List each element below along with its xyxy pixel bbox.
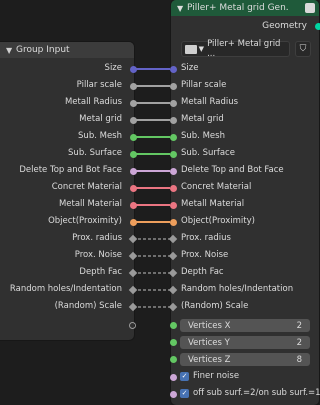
group-output-label-metall-radius: Metall Radius — [64, 97, 122, 107]
input-socket-size[interactable] — [169, 65, 177, 73]
group-input-header[interactable]: ▼ Group Input — [0, 42, 134, 58]
checkbox-off-sub-surf-2-on-sub-surf-1[interactable]: ✓ off sub surf.=2/on sub surf.=1 — [180, 388, 320, 398]
input-label-delete-top-and-bot-face: Delete Top and Bot Face — [181, 165, 284, 175]
input-socket-metal-grid[interactable] — [169, 116, 177, 124]
vertices-z-value: 8 — [296, 354, 302, 365]
input-label-prox-noise: Prox. Noise — [181, 250, 229, 260]
input-label-sub-surface: Sub. Surface — [181, 148, 235, 158]
input-socket-metall-material[interactable] — [169, 201, 177, 209]
vertices-y-label: Vertices Y — [188, 337, 230, 348]
geometry-output-socket[interactable] — [315, 23, 320, 30]
output-socket-size[interactable] — [129, 65, 137, 73]
input-label-depth-fac: Depth Fac — [181, 267, 224, 277]
vertices-x-field[interactable]: Vertices X 2 — [180, 319, 310, 332]
input-socket-sub-surface[interactable] — [169, 150, 177, 158]
group-output-label-metal-grid: Metal grid — [79, 114, 122, 124]
input-label-random-scale: (Random) Scale — [181, 301, 249, 311]
group-output-label-sub-mesh: Sub. Mesh — [78, 131, 122, 141]
output-socket-pillar-scale[interactable] — [129, 82, 137, 90]
group-output-label-random-scale: (Random) Scale — [54, 301, 122, 311]
checkbox-label-finer-noise: Finer noise — [193, 371, 240, 381]
output-socket-sub-mesh[interactable] — [129, 133, 137, 141]
input-label-metal-grid: Metal grid — [181, 114, 224, 124]
output-socket-metall-material[interactable] — [129, 201, 137, 209]
input-label-size: Size — [181, 63, 199, 73]
fake-user-shield-icon[interactable]: ⛉ — [295, 41, 311, 57]
node-group-selector[interactable]: ▼ Piller+ Metal grid ... — [181, 39, 290, 59]
vertices-x-value: 2 — [296, 320, 302, 331]
vertices-y-value: 2 — [296, 337, 302, 348]
vertices-y-socket[interactable] — [169, 338, 177, 346]
group-output-label-metall-material: Metall Material — [58, 199, 122, 209]
collapse-chevron-icon[interactable]: ▼ — [6, 46, 16, 55]
output-socket-concret-material[interactable] — [129, 184, 137, 192]
group-output-label-sub-surface: Sub. Surface — [68, 148, 122, 158]
input-label-random-holes-indentation: Random holes/Indentation — [181, 284, 294, 294]
output-socket-delete-top-and-bot-face[interactable] — [129, 167, 137, 175]
input-socket-sub-mesh[interactable] — [169, 133, 177, 141]
input-socket-concret-material[interactable] — [169, 184, 177, 192]
node-group-icon[interactable] — [305, 3, 315, 13]
chevron-down-icon: ▼ — [198, 45, 205, 53]
gen-node-header[interactable]: ▼ Piller+ Metal grid Gen. — [171, 0, 319, 16]
group-output-label-depth-fac: Depth Fac — [79, 267, 122, 277]
group-input-title: Group Input — [16, 45, 70, 55]
vertices-x-label: Vertices X — [188, 320, 231, 331]
input-socket-metall-radius[interactable] — [169, 99, 177, 107]
checkmark-icon[interactable]: ✓ — [180, 371, 189, 381]
node-group-name: Piller+ Metal grid ... — [207, 39, 281, 59]
input-label-concret-material: Concret Material — [181, 182, 252, 192]
input-socket-object-proximity[interactable] — [169, 218, 177, 226]
group-output-label-random-holes-indentation: Random holes/Indentation — [9, 284, 122, 294]
vertices-z-label: Vertices Z — [188, 354, 231, 365]
input-label-prox-radius: Prox. radius — [181, 233, 231, 243]
node-tree-icon — [185, 44, 197, 54]
output-socket-sub-surface[interactable] — [129, 150, 137, 158]
input-label-pillar-scale: Pillar scale — [181, 80, 227, 90]
gen-node-title: Piller+ Metal grid Gen. — [187, 3, 289, 13]
group-output-label-prox-radius: Prox. radius — [72, 233, 122, 243]
checkbox-label-off-sub-surf-2-on-sub-surf-1: off sub surf.=2/on sub surf.=1 — [193, 388, 320, 398]
group-output-label-concret-material: Concret Material — [51, 182, 122, 192]
input-label-sub-mesh: Sub. Mesh — [181, 131, 225, 141]
collapse-chevron-icon[interactable]: ▼ — [177, 4, 187, 13]
vertices-y-field[interactable]: Vertices Y 2 — [180, 336, 310, 349]
input-label-metall-radius: Metall Radius — [181, 97, 239, 107]
group-output-label-prox-noise: Prox. Noise — [74, 250, 122, 260]
group-output-label-delete-top-and-bot-face: Delete Top and Bot Face — [19, 165, 122, 175]
checkbox-socket-finer-noise[interactable] — [169, 373, 177, 381]
input-socket-delete-top-and-bot-face[interactable] — [169, 167, 177, 175]
vertices-z-socket[interactable] — [169, 355, 177, 363]
group-output-label-size: Size — [104, 63, 122, 73]
checkbox-socket-off-sub-surf-2-on-sub-surf-1[interactable] — [169, 390, 177, 398]
output-socket-object-proximity[interactable] — [129, 218, 137, 226]
input-socket-pillar-scale[interactable] — [169, 82, 177, 90]
output-socket-metall-radius[interactable] — [129, 99, 137, 107]
input-label-object-proximity: Object(Proximity) — [181, 216, 255, 226]
group-output-label-pillar-scale: Pillar scale — [76, 80, 122, 90]
vertices-x-socket[interactable] — [169, 321, 177, 329]
vertices-z-field[interactable]: Vertices Z 8 — [180, 353, 310, 366]
group-input-extension-socket[interactable] — [129, 322, 136, 329]
input-label-metall-material: Metall Material — [181, 199, 245, 209]
checkmark-icon[interactable]: ✓ — [180, 388, 189, 398]
checkbox-finer-noise[interactable]: ✓ Finer noise — [180, 371, 239, 381]
output-socket-metal-grid[interactable] — [129, 116, 137, 124]
geometry-output-label: Geometry — [262, 21, 307, 31]
group-output-label-object-proximity: Object(Proximity) — [48, 216, 122, 226]
